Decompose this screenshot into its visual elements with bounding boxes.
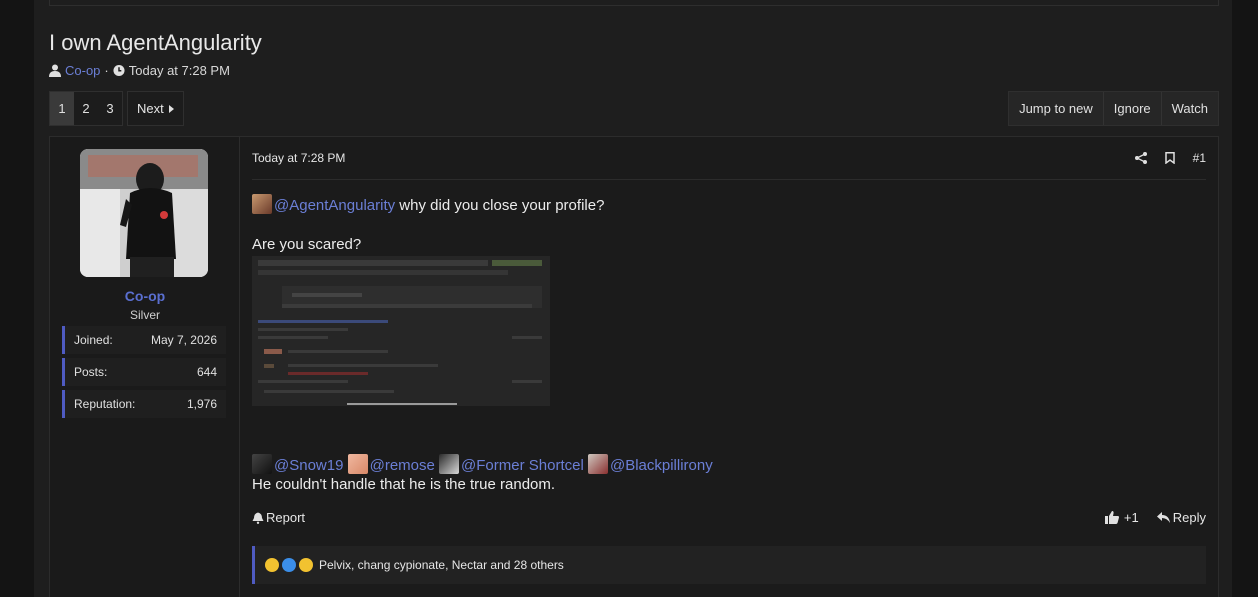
post-number-link[interactable]: #1 — [1193, 151, 1206, 165]
mention-remose[interactable]: @remose — [370, 457, 435, 474]
next-page-button[interactable]: Next — [127, 91, 184, 126]
mention-former-shortcel[interactable]: @Former Shortcel — [461, 457, 584, 474]
stat-value: 1,976 — [186, 397, 217, 411]
stat-label: Reputation: — [74, 397, 136, 411]
page-2-button[interactable]: 2 — [74, 92, 98, 125]
reply-button[interactable]: Reply — [1156, 510, 1206, 525]
stat-joined: Joined: May 7, 2026 — [62, 326, 226, 354]
mention-avatar — [252, 194, 272, 214]
thread-actions: Jump to new Ignore Watch — [1008, 91, 1219, 126]
user-info-column: Co-op Silver Joined: May 7, 2026 Posts: … — [50, 137, 240, 597]
username-link[interactable]: Co-op — [50, 288, 240, 304]
user-title: Silver — [129, 308, 160, 322]
mention-snow19[interactable]: @Snow19 — [274, 457, 343, 474]
ignore-button[interactable]: Ignore — [1102, 92, 1161, 125]
post-main: Today at 7:28 PM #1 @AgentAngularity why… — [240, 137, 1218, 597]
mention-avatar — [587, 454, 608, 474]
thread-time[interactable]: Today at 7:28 PM — [129, 63, 230, 78]
post-footer-actions: +1 Reply — [1104, 510, 1206, 525]
post-header-icons: #1 — [1134, 151, 1206, 165]
next-label: Next — [137, 101, 164, 116]
meta-separator: · — [104, 63, 109, 78]
stat-value: 644 — [196, 365, 217, 379]
post-mentions-line: @Snow19 @remose @Former Shortcel @Blackp… — [252, 454, 713, 474]
stat-label: Posts: — [74, 365, 108, 379]
post-line-2: Are you scared? — [252, 236, 362, 253]
thread-meta: Co-op · Today at 7:28 PM — [49, 63, 230, 78]
page-container: I own AgentAngularity Co-op · Today at 7… — [34, 0, 1232, 597]
caret-right-icon — [168, 104, 174, 113]
user-icon — [49, 64, 61, 77]
like-count: +1 — [1123, 510, 1139, 525]
post-line-3: He couldn't handle that he is the true r… — [252, 476, 556, 493]
pagination: 1 2 3 Next — [49, 91, 184, 126]
stat-value: May 7, 2026 — [150, 333, 217, 347]
share-icon[interactable] — [1134, 152, 1147, 164]
avatar[interactable] — [80, 149, 208, 277]
bookmark-icon[interactable] — [1164, 152, 1175, 164]
stat-posts: Posts: 644 — [62, 358, 226, 386]
report-button[interactable]: Report — [252, 510, 305, 525]
mention-avatar — [439, 454, 460, 474]
thread-author-link[interactable]: Co-op — [65, 63, 100, 78]
post-time[interactable]: Today at 7:28 PM — [252, 151, 345, 165]
thumbs-up-icon — [1104, 511, 1119, 524]
laugh-emoji-icon — [265, 558, 279, 572]
mention-avatar — [347, 454, 368, 474]
like-button[interactable]: +1 — [1104, 510, 1139, 525]
bell-icon — [252, 512, 264, 524]
thinking-emoji-icon — [299, 558, 313, 572]
post-footer: Report +1 Reply — [252, 510, 1206, 525]
page-3-button[interactable]: 3 — [98, 92, 122, 125]
like-emoji-icon — [282, 558, 296, 572]
thread-title: I own AgentAngularity — [49, 30, 262, 55]
reactions-bar[interactable]: Pelvix, chang cypionate, Nectar and 28 o… — [252, 546, 1206, 584]
page-number-group: 1 2 3 — [49, 91, 123, 126]
post-header: Today at 7:28 PM #1 — [252, 137, 1206, 180]
reply-icon — [1156, 512, 1170, 523]
stat-label: Joined: — [74, 333, 113, 347]
post-container: Co-op Silver Joined: May 7, 2026 Posts: … — [49, 136, 1219, 597]
top-divider — [49, 0, 1219, 6]
mention-agentangularity[interactable]: @AgentAngularity — [274, 197, 395, 214]
stat-reputation: Reputation: 1,976 — [62, 390, 226, 418]
post-line-1: @AgentAngularity why did you close your … — [252, 194, 604, 214]
report-label: Report — [266, 510, 306, 525]
reply-label: Reply — [1172, 510, 1206, 525]
mention-blackpillirony[interactable]: @Blackpillirony — [610, 457, 713, 474]
attached-screenshot-image[interactable] — [252, 256, 550, 406]
mention-avatar — [252, 454, 272, 474]
page-1-button[interactable]: 1 — [50, 92, 74, 125]
clock-icon — [113, 64, 125, 77]
reactions-summary: Pelvix, chang cypionate, Nectar and 28 o… — [319, 558, 564, 572]
jump-to-new-button[interactable]: Jump to new — [1009, 92, 1103, 125]
post-text: why did you close your profile? — [395, 197, 605, 214]
watch-button[interactable]: Watch — [1160, 92, 1218, 125]
